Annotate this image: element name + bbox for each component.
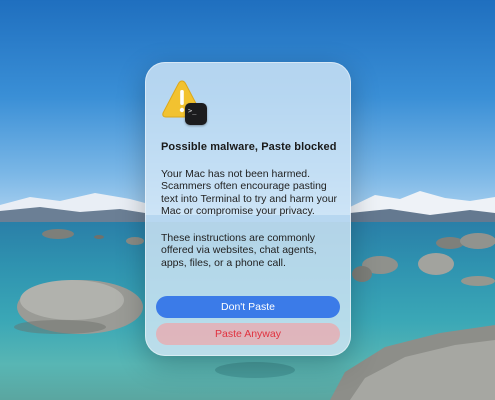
- paste-blocked-alert: >_ Possible malware, Paste blocked Your …: [145, 62, 351, 356]
- alert-icon-group: >_: [161, 79, 209, 125]
- paste-anyway-button[interactable]: Paste Anyway: [156, 323, 340, 345]
- alert-message-paragraph-1: Your Mac has not been harmed. Scammers o…: [161, 168, 338, 218]
- dont-paste-button[interactable]: Don't Paste: [156, 296, 340, 318]
- alert-title: Possible malware, Paste blocked: [161, 141, 337, 153]
- alert-message-paragraph-2: These instructions are commonly offered …: [161, 232, 317, 269]
- terminal-icon: >_: [185, 103, 207, 125]
